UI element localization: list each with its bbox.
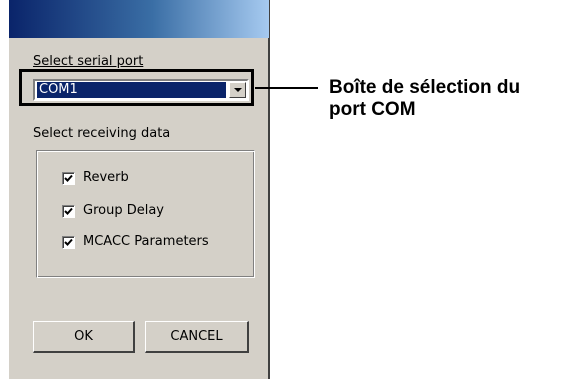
checkbox-box[interactable] [62, 205, 75, 218]
receiving-data-label: Select receiving data [33, 126, 171, 141]
callout-line-2: port COM [329, 99, 416, 120]
cancel-button[interactable]: CANCEL [145, 321, 249, 353]
checkbox-label: Reverb [83, 170, 129, 185]
check-icon [64, 174, 73, 182]
serial-port-label: Select serial port [33, 54, 144, 69]
callout-text: Boîte de sélection du port COM [329, 77, 520, 121]
check-icon [64, 238, 73, 246]
check-icon [64, 207, 73, 215]
checkbox-box[interactable] [62, 236, 75, 249]
checkbox-label: MCACC Parameters [83, 234, 209, 249]
checkbox-label: Group Delay [83, 203, 164, 218]
title-bar[interactable] [9, 0, 269, 38]
callout-highlight-box [19, 69, 254, 106]
checkbox-box[interactable] [62, 172, 75, 185]
dialog-window: Select serial port COM1 Select receiving… [8, 0, 270, 379]
ok-button[interactable]: OK [33, 321, 135, 353]
callout-leader-line [255, 87, 318, 89]
callout-line-1: Boîte de sélection du [329, 77, 521, 98]
